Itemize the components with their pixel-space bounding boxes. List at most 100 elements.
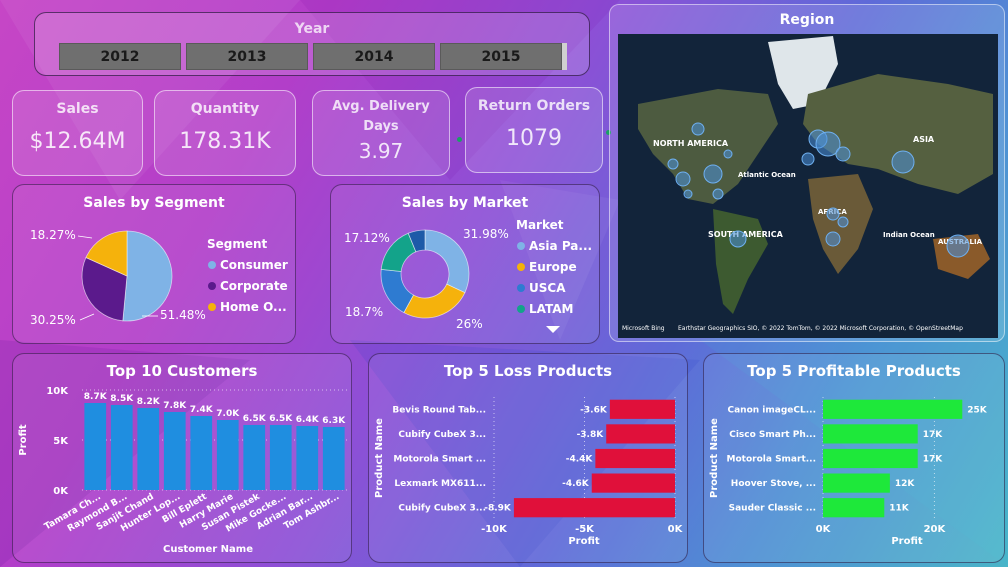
data-label: 17K: [923, 455, 944, 465]
profitable-products-chart[interactable]: 0K 20K Canon imageCL... 25K Cisco Smart Ph..…: [703, 380, 1005, 560]
map-label-asia: ASIA: [913, 135, 935, 144]
map-bubble[interactable]: [712, 188, 724, 200]
sales-by-segment-chart[interactable]: 51.48% 30.25% 18.27% Segment Consumer Corpora…: [12, 214, 296, 344]
year-slicer-title: Year: [294, 21, 330, 37]
bar-lexmark-mx611-3[interactable]: [591, 473, 675, 493]
bar-cubify-cubex-3-4[interactable]: [513, 498, 675, 518]
bar-tom-ashbr[interactable]: [322, 427, 345, 490]
leader-line: [77, 235, 93, 239]
map-label-indian-ocean: Indian Ocean: [883, 231, 935, 239]
data-label: -4.6K: [562, 479, 590, 489]
legend-swatch: [208, 303, 216, 311]
bar-bill-eplett[interactable]: [190, 416, 213, 490]
kpi-returns-label: Return Orders: [477, 98, 591, 114]
y-tick-label: Lexmark MX611...: [394, 479, 486, 489]
data-label: -8.9K: [484, 504, 512, 514]
data-label: 12K: [895, 479, 916, 489]
leader-line: [79, 313, 95, 321]
kpi-quantity-value: 178.31K: [179, 129, 271, 154]
bar-canon-imagecl-0[interactable]: [823, 399, 963, 419]
legend-item-corporate[interactable]: Corporate: [220, 279, 288, 293]
kpi-returns-value: 1079: [506, 126, 562, 151]
year-button-2013[interactable]: 2013: [186, 43, 308, 70]
data-label: 11K: [889, 504, 910, 514]
y-tick-label: Cubify CubeX 3...: [398, 430, 486, 440]
bar-hunter-lop[interactable]: [163, 412, 186, 490]
region-map[interactable]: NORTH AMERICAAtlantic OceanASIAAFRICASOU…: [618, 34, 998, 338]
map-bubble[interactable]: [675, 171, 691, 187]
map-bubble[interactable]: [835, 146, 851, 162]
bar-bevis-round-tab-0[interactable]: [609, 399, 675, 419]
legend-item-europe[interactable]: Europe: [529, 260, 577, 274]
map-bubble[interactable]: [837, 216, 849, 228]
x-tick-label: -5K: [575, 524, 595, 535]
bar-susan-pistek[interactable]: [243, 425, 266, 490]
legend-title: Segment: [207, 237, 268, 251]
y-axis-label: Product Name: [709, 418, 720, 498]
map-bubble[interactable]: [729, 230, 747, 248]
kpi-returns-card: Return Orders 1079: [465, 87, 603, 173]
x-tick-label: -10K: [481, 524, 508, 535]
kpi-sales-value: $12.64M: [29, 129, 126, 154]
kpi-quantity-card: Quantity 178.31K: [154, 90, 296, 176]
year-slicer-scrollbar[interactable]: [562, 43, 567, 70]
bar-motorola-smart-2[interactable]: [595, 448, 675, 469]
legend-item-consumer[interactable]: Consumer: [220, 258, 288, 272]
bar-cubify-cubex-3-1[interactable]: [606, 424, 675, 444]
data-label: -4.4K: [566, 455, 594, 465]
y-tick-label: Sauder Classic ...: [729, 504, 816, 514]
bar-adrian-bar[interactable]: [296, 426, 319, 490]
bar-raymond-b[interactable]: [110, 405, 133, 490]
data-label: 8.5K: [110, 394, 134, 404]
legend-swatch: [208, 282, 216, 290]
legend-item-home-o[interactable]: Home O...: [220, 300, 287, 314]
map-label-atlantic-ocean: Atlantic Ocean: [738, 171, 796, 179]
data-label: 6.4K: [296, 415, 320, 425]
market-chart-title: Sales by Market: [401, 195, 529, 211]
map-bubble[interactable]: [703, 164, 723, 184]
data-label: 17K: [923, 430, 944, 440]
map-bubble[interactable]: [825, 231, 841, 247]
map-bubble[interactable]: [691, 122, 705, 136]
map-bubble[interactable]: [723, 149, 733, 159]
data-label: 8.7K: [84, 392, 108, 402]
bar-cisco-smart-ph-1[interactable]: [823, 424, 918, 444]
bar-hoover-stove-3[interactable]: [823, 473, 890, 493]
data-label: -3.6K: [580, 405, 608, 415]
map-label-north-america: NORTH AMERICA: [653, 139, 729, 148]
map-bubble[interactable]: [801, 152, 815, 166]
bar-sanjit-chand[interactable]: [137, 408, 160, 490]
year-button-2015[interactable]: 2015: [440, 43, 562, 70]
year-button-2012[interactable]: 2012: [59, 43, 181, 70]
y-axis-label: Profit: [18, 424, 29, 456]
bar-tamara-ch[interactable]: [84, 403, 107, 490]
bar-mike-gocke[interactable]: [269, 425, 292, 490]
data-label: 6.5K: [243, 414, 267, 424]
y-tick-label: Hoover Stove, ...: [731, 479, 816, 489]
top-customers-chart[interactable]: 0K5K10K 8.7KTamara Ch...8.5KRaymond B...8…: [12, 380, 352, 560]
bar-sauder-classic-4[interactable]: [823, 498, 885, 518]
sales-by-market-chart[interactable]: 31.98% 26% 18.7% 17.12% Market Asia Pa... Euro…: [330, 214, 600, 344]
legend-item-latam[interactable]: LATAM: [529, 302, 573, 316]
map-credit: Earthstar Geographics SIO, © 2022 TomTom…: [678, 325, 963, 332]
data-label: 7.0K: [216, 409, 240, 419]
legend-item-asia-pa[interactable]: Asia Pa...: [529, 239, 592, 253]
map-bubble[interactable]: [683, 189, 693, 199]
map-bubble[interactable]: [891, 150, 915, 174]
bar-motorola-smart-2[interactable]: [823, 448, 918, 469]
legend-scroll-down-icon[interactable]: [546, 326, 560, 333]
y-tick-label: 5K: [53, 436, 69, 447]
year-button-2014[interactable]: 2014: [313, 43, 435, 70]
kpi-quantity-label: Quantity: [190, 101, 260, 117]
map-title: Region: [779, 12, 835, 28]
data-label: 30.25%: [30, 313, 76, 327]
map-bubble[interactable]: [667, 158, 679, 170]
map-bubble[interactable]: [826, 207, 840, 221]
map-bubble[interactable]: [946, 234, 970, 258]
data-label: 51.48%: [160, 308, 206, 322]
legend-item-usca[interactable]: USCA: [529, 281, 566, 295]
slice-europe[interactable]: [403, 283, 466, 319]
bar-harry-marie[interactable]: [216, 420, 239, 490]
loss-products-chart[interactable]: -10K -5K 0K Bevis Round Tab... -3.6K Cubify C…: [368, 380, 688, 560]
legend-swatch: [517, 263, 525, 271]
